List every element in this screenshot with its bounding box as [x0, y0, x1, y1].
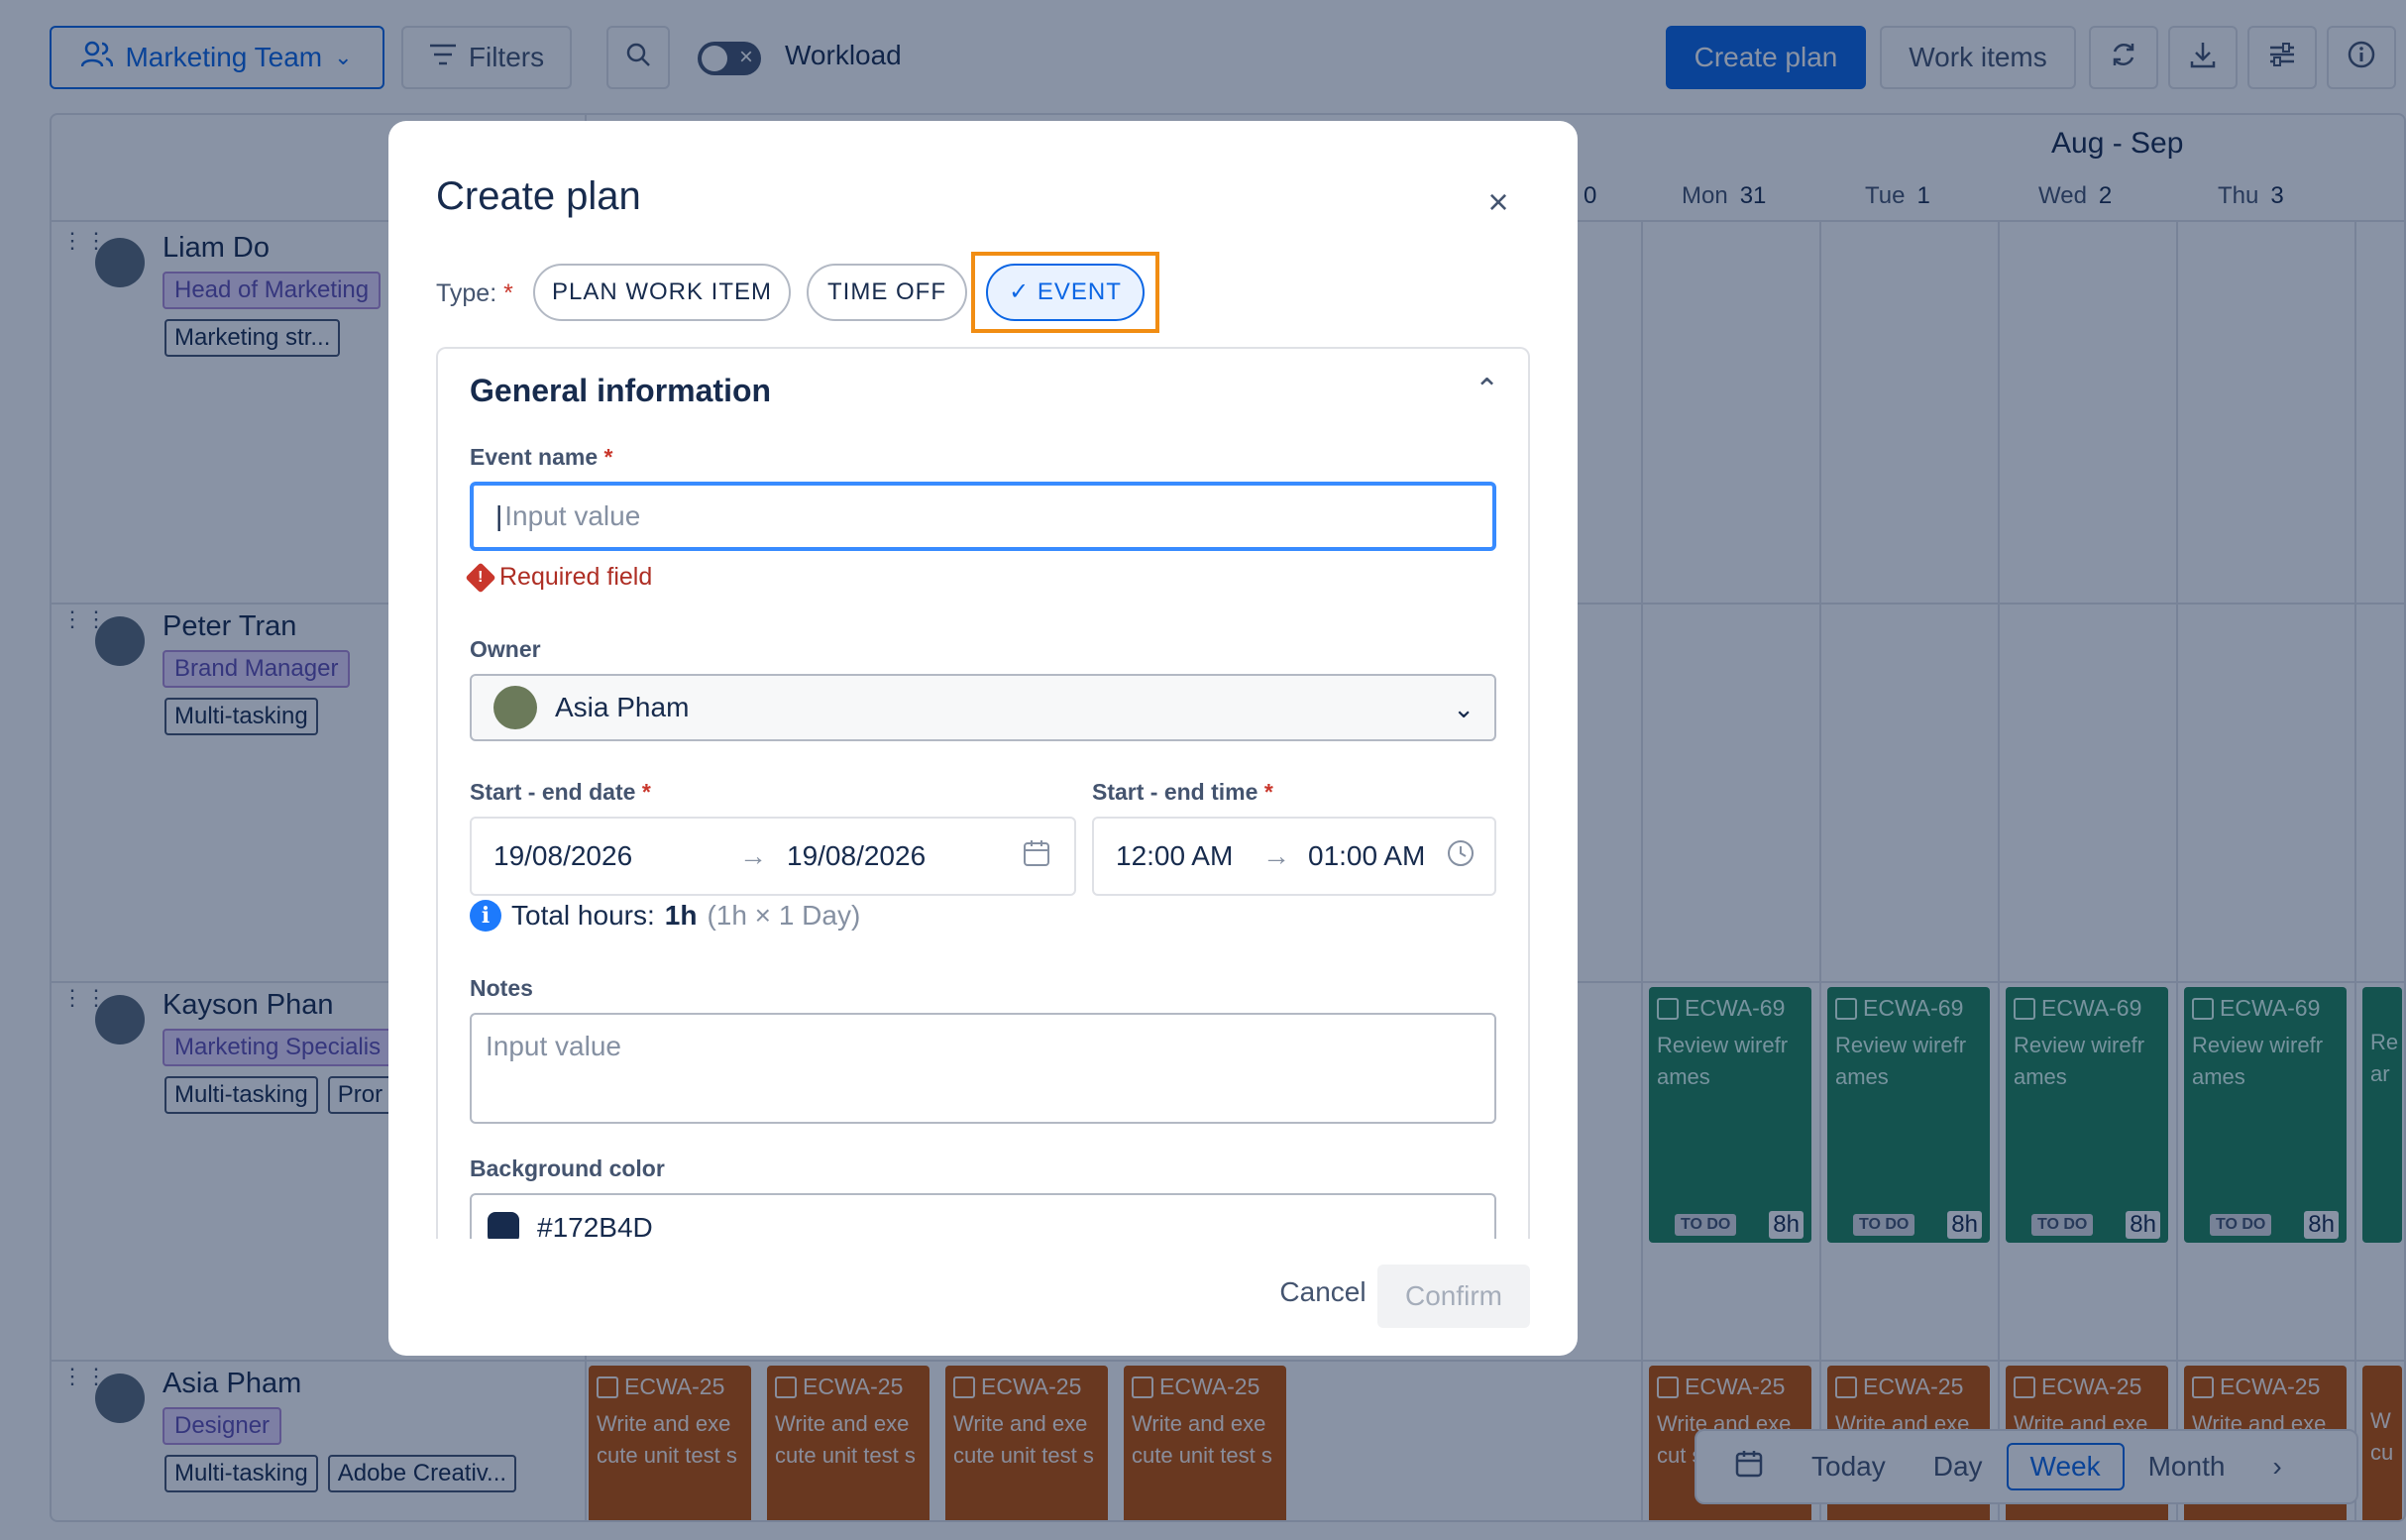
time-range-picker[interactable]: 12:00 AM → 01:00 AM	[1092, 817, 1496, 896]
end-date[interactable]: 19/08/2026	[787, 840, 926, 872]
color-value: #172B4D	[537, 1212, 653, 1239]
notes-label: Notes	[470, 975, 533, 1001]
date-range-label: Start - end date *	[470, 779, 651, 805]
background-color-picker[interactable]: #172B4D	[470, 1193, 1496, 1239]
type-plan-work-item-chip[interactable]: PLAN WORK ITEM	[533, 264, 791, 321]
info-icon: i	[470, 900, 501, 932]
total-hours: i Total hours: 1h (1h × 1 Day)	[470, 900, 860, 932]
error-icon: !	[465, 561, 496, 594]
notes-textarea[interactable]: Input value	[470, 1013, 1496, 1124]
color-swatch	[488, 1212, 519, 1239]
time-range-label: Start - end time *	[1092, 779, 1273, 805]
owner-label: Owner	[470, 636, 541, 662]
start-date[interactable]: 19/08/2026	[493, 840, 632, 872]
close-icon[interactable]: ×	[1478, 182, 1518, 222]
arrow-right-icon: →	[739, 840, 767, 871]
general-information-section: General information ⌃ Event name * | Inpu…	[436, 347, 1530, 1239]
owner-value: Asia Pham	[555, 692, 690, 722]
type-time-off-chip[interactable]: TIME OFF	[807, 264, 967, 321]
calendar-icon	[1023, 839, 1050, 874]
required-field-error: ! Required field	[465, 561, 652, 594]
type-label: Type: *	[436, 279, 513, 307]
chevron-down-icon: ⌄	[1453, 694, 1475, 723]
avatar	[493, 686, 537, 729]
owner-select[interactable]: Asia Pham ⌄	[470, 674, 1496, 741]
arrow-right-icon: →	[1262, 840, 1290, 871]
event-name-input[interactable]: | Input value	[470, 482, 1496, 551]
start-time[interactable]: 12:00 AM	[1116, 840, 1233, 872]
selection-highlight	[971, 252, 1159, 333]
create-plan-dialog: Create plan × Type: * PLAN WORK ITEM TIM…	[388, 121, 1578, 1356]
section-title: General information	[470, 373, 772, 408]
date-range-picker[interactable]: 19/08/2026 → 19/08/2026	[470, 817, 1076, 896]
clock-icon	[1447, 839, 1475, 874]
background-color-label: Background color	[470, 1155, 665, 1181]
event-name-label: Event name *	[470, 444, 613, 470]
end-time[interactable]: 01:00 AM	[1308, 840, 1425, 872]
confirm-button[interactable]: Confirm	[1377, 1265, 1530, 1328]
chevron-up-icon[interactable]: ⌃	[1475, 373, 1499, 407]
dialog-title: Create plan	[436, 174, 641, 218]
